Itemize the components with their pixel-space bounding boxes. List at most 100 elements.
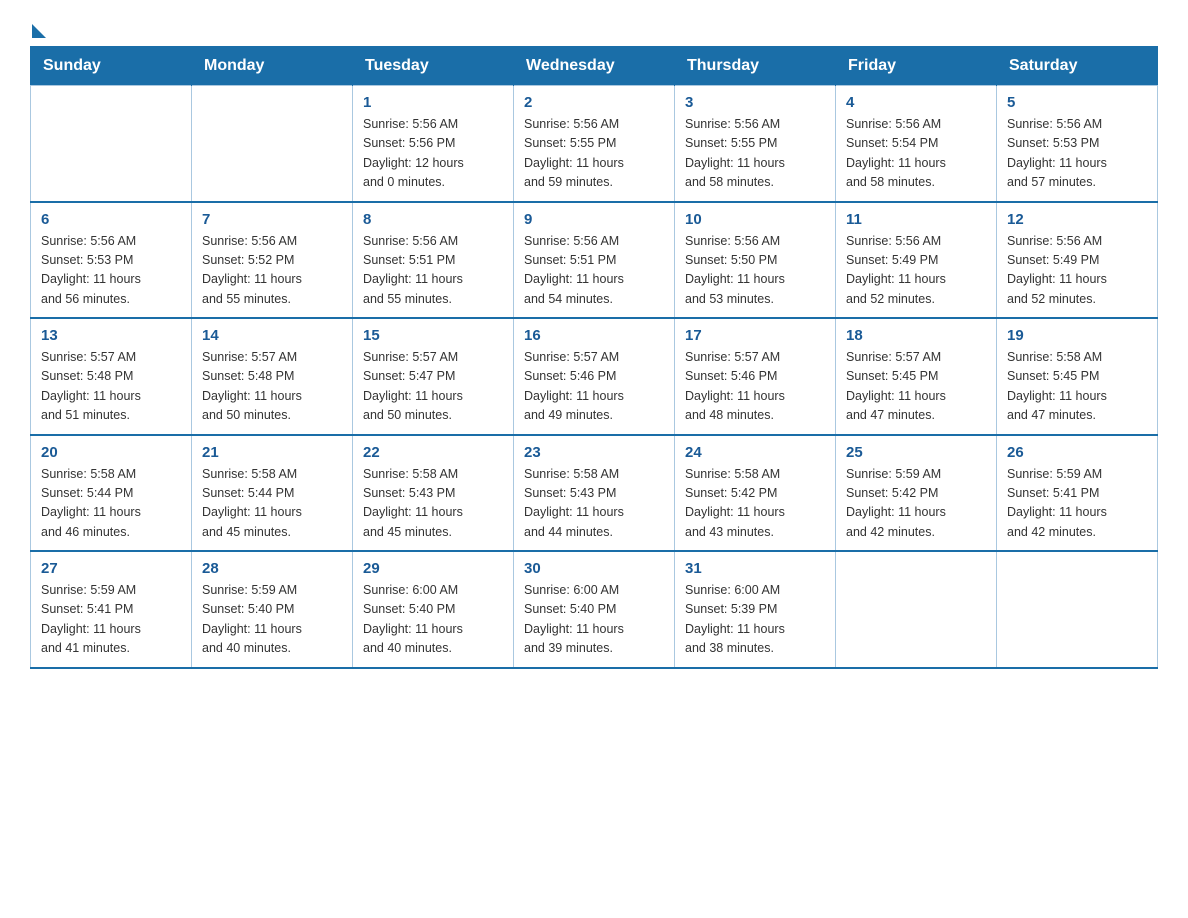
calendar-week-row: 1 Sunrise: 5:56 AMSunset: 5:56 PMDaylight… xyxy=(31,86,1158,202)
day-number: 24 xyxy=(685,444,825,461)
day-number: 1 xyxy=(363,94,503,111)
calendar-cell xyxy=(997,551,1158,668)
day-info: Sunrise: 5:57 AMSunset: 5:47 PMDaylight:… xyxy=(363,348,503,426)
calendar-cell xyxy=(836,551,997,668)
day-info: Sunrise: 5:57 AMSunset: 5:48 PMDaylight:… xyxy=(41,348,181,426)
day-info: Sunrise: 6:00 AMSunset: 5:40 PMDaylight:… xyxy=(363,581,503,659)
day-number: 28 xyxy=(202,560,342,577)
day-info: Sunrise: 5:56 AMSunset: 5:50 PMDaylight:… xyxy=(685,232,825,310)
calendar-cell: 16 Sunrise: 5:57 AMSunset: 5:46 PMDayligh… xyxy=(514,318,675,435)
calendar-cell: 31 Sunrise: 6:00 AMSunset: 5:39 PMDayligh… xyxy=(675,551,836,668)
day-info: Sunrise: 5:59 AMSunset: 5:41 PMDaylight:… xyxy=(1007,465,1147,543)
calendar-cell: 6 Sunrise: 5:56 AMSunset: 5:53 PMDaylight… xyxy=(31,202,192,319)
calendar-cell: 1 Sunrise: 5:56 AMSunset: 5:56 PMDaylight… xyxy=(353,86,514,202)
calendar-cell: 3Sunrise: 5:56 AMSunset: 5:55 PMDaylight… xyxy=(675,86,836,202)
day-number: 4 xyxy=(846,94,986,111)
calendar-cell: 20 Sunrise: 5:58 AMSunset: 5:44 PMDayligh… xyxy=(31,435,192,552)
day-number: 29 xyxy=(363,560,503,577)
day-number: 31 xyxy=(685,560,825,577)
day-info: Sunrise: 5:58 AMSunset: 5:45 PMDaylight:… xyxy=(1007,348,1147,426)
day-number: 5 xyxy=(1007,94,1147,111)
day-info: Sunrise: 5:56 AMSunset: 5:49 PMDaylight:… xyxy=(846,232,986,310)
header-friday: Friday xyxy=(836,47,997,86)
day-number: 21 xyxy=(202,444,342,461)
day-info: Sunrise: 5:58 AMSunset: 5:43 PMDaylight:… xyxy=(363,465,503,543)
day-info: Sunrise: 5:57 AMSunset: 5:46 PMDaylight:… xyxy=(685,348,825,426)
day-number: 13 xyxy=(41,327,181,344)
calendar-cell: 21 Sunrise: 5:58 AMSunset: 5:44 PMDayligh… xyxy=(192,435,353,552)
calendar-header-row: SundayMondayTuesdayWednesdayThursdayFrid… xyxy=(31,47,1158,86)
day-number: 2 xyxy=(524,94,664,111)
header-wednesday: Wednesday xyxy=(514,47,675,86)
day-number: 20 xyxy=(41,444,181,461)
day-number: 3 xyxy=(685,94,825,111)
day-info: Sunrise: 6:00 AMSunset: 5:39 PMDaylight:… xyxy=(685,581,825,659)
day-info: Sunrise: 5:59 AMSunset: 5:40 PMDaylight:… xyxy=(202,581,342,659)
calendar-cell: 29 Sunrise: 6:00 AMSunset: 5:40 PMDayligh… xyxy=(353,551,514,668)
day-number: 8 xyxy=(363,211,503,228)
day-number: 26 xyxy=(1007,444,1147,461)
calendar-cell: 7 Sunrise: 5:56 AMSunset: 5:52 PMDaylight… xyxy=(192,202,353,319)
calendar-cell: 18Sunrise: 5:57 AMSunset: 5:45 PMDayligh… xyxy=(836,318,997,435)
day-info: Sunrise: 5:56 AMSunset: 5:51 PMDaylight:… xyxy=(363,232,503,310)
day-number: 11 xyxy=(846,211,986,228)
day-info: Sunrise: 5:56 AMSunset: 5:51 PMDaylight:… xyxy=(524,232,664,310)
day-number: 10 xyxy=(685,211,825,228)
day-info: Sunrise: 5:58 AMSunset: 5:43 PMDaylight:… xyxy=(524,465,664,543)
day-info: Sunrise: 5:58 AMSunset: 5:42 PMDaylight:… xyxy=(685,465,825,543)
calendar-cell: 11 Sunrise: 5:56 AMSunset: 5:49 PMDayligh… xyxy=(836,202,997,319)
calendar-cell xyxy=(192,86,353,202)
day-number: 6 xyxy=(41,211,181,228)
day-info: Sunrise: 5:56 AMSunset: 5:53 PMDaylight:… xyxy=(41,232,181,310)
day-info: Sunrise: 5:57 AMSunset: 5:46 PMDaylight:… xyxy=(524,348,664,426)
day-info: Sunrise: 5:56 AMSunset: 5:49 PMDaylight:… xyxy=(1007,232,1147,310)
calendar-cell: 13 Sunrise: 5:57 AMSunset: 5:48 PMDayligh… xyxy=(31,318,192,435)
logo-arrow-icon xyxy=(32,24,46,38)
calendar-week-row: 27Sunrise: 5:59 AMSunset: 5:41 PMDayligh… xyxy=(31,551,1158,668)
day-info: Sunrise: 5:58 AMSunset: 5:44 PMDaylight:… xyxy=(202,465,342,543)
day-info: Sunrise: 5:56 AMSunset: 5:54 PMDaylight:… xyxy=(846,115,986,193)
day-number: 22 xyxy=(363,444,503,461)
day-number: 23 xyxy=(524,444,664,461)
calendar-week-row: 13 Sunrise: 5:57 AMSunset: 5:48 PMDayligh… xyxy=(31,318,1158,435)
day-number: 7 xyxy=(202,211,342,228)
calendar-table: SundayMondayTuesdayWednesdayThursdayFrid… xyxy=(30,46,1158,669)
day-info: Sunrise: 5:56 AMSunset: 5:55 PMDaylight:… xyxy=(524,115,664,193)
page-header xyxy=(30,20,1158,38)
calendar-cell: 17 Sunrise: 5:57 AMSunset: 5:46 PMDayligh… xyxy=(675,318,836,435)
calendar-cell: 5Sunrise: 5:56 AMSunset: 5:53 PMDaylight… xyxy=(997,86,1158,202)
day-number: 14 xyxy=(202,327,342,344)
day-number: 17 xyxy=(685,327,825,344)
header-sunday: Sunday xyxy=(31,47,192,86)
calendar-cell: 12 Sunrise: 5:56 AMSunset: 5:49 PMDayligh… xyxy=(997,202,1158,319)
day-number: 30 xyxy=(524,560,664,577)
day-info: Sunrise: 5:58 AMSunset: 5:44 PMDaylight:… xyxy=(41,465,181,543)
day-number: 16 xyxy=(524,327,664,344)
calendar-week-row: 6 Sunrise: 5:56 AMSunset: 5:53 PMDaylight… xyxy=(31,202,1158,319)
calendar-cell: 4 Sunrise: 5:56 AMSunset: 5:54 PMDaylight… xyxy=(836,86,997,202)
calendar-cell: 23 Sunrise: 5:58 AMSunset: 5:43 PMDayligh… xyxy=(514,435,675,552)
day-info: Sunrise: 5:56 AMSunset: 5:52 PMDaylight:… xyxy=(202,232,342,310)
header-thursday: Thursday xyxy=(675,47,836,86)
day-info: Sunrise: 6:00 AMSunset: 5:40 PMDaylight:… xyxy=(524,581,664,659)
calendar-cell: 30 Sunrise: 6:00 AMSunset: 5:40 PMDayligh… xyxy=(514,551,675,668)
day-number: 9 xyxy=(524,211,664,228)
day-info: Sunrise: 5:57 AMSunset: 5:45 PMDaylight:… xyxy=(846,348,986,426)
calendar-cell: 8 Sunrise: 5:56 AMSunset: 5:51 PMDaylight… xyxy=(353,202,514,319)
header-monday: Monday xyxy=(192,47,353,86)
calendar-cell: 9 Sunrise: 5:56 AMSunset: 5:51 PMDaylight… xyxy=(514,202,675,319)
calendar-cell: 14 Sunrise: 5:57 AMSunset: 5:48 PMDayligh… xyxy=(192,318,353,435)
calendar-cell: 15 Sunrise: 5:57 AMSunset: 5:47 PMDayligh… xyxy=(353,318,514,435)
day-info: Sunrise: 5:59 AMSunset: 5:42 PMDaylight:… xyxy=(846,465,986,543)
day-info: Sunrise: 5:57 AMSunset: 5:48 PMDaylight:… xyxy=(202,348,342,426)
calendar-cell: 19Sunrise: 5:58 AMSunset: 5:45 PMDayligh… xyxy=(997,318,1158,435)
logo xyxy=(30,20,46,38)
calendar-cell: 28 Sunrise: 5:59 AMSunset: 5:40 PMDayligh… xyxy=(192,551,353,668)
day-info: Sunrise: 5:56 AMSunset: 5:56 PMDaylight:… xyxy=(363,115,503,193)
calendar-week-row: 20 Sunrise: 5:58 AMSunset: 5:44 PMDayligh… xyxy=(31,435,1158,552)
calendar-cell: 27Sunrise: 5:59 AMSunset: 5:41 PMDayligh… xyxy=(31,551,192,668)
day-number: 12 xyxy=(1007,211,1147,228)
day-number: 27 xyxy=(41,560,181,577)
calendar-cell: 2 Sunrise: 5:56 AMSunset: 5:55 PMDaylight… xyxy=(514,86,675,202)
day-number: 15 xyxy=(363,327,503,344)
